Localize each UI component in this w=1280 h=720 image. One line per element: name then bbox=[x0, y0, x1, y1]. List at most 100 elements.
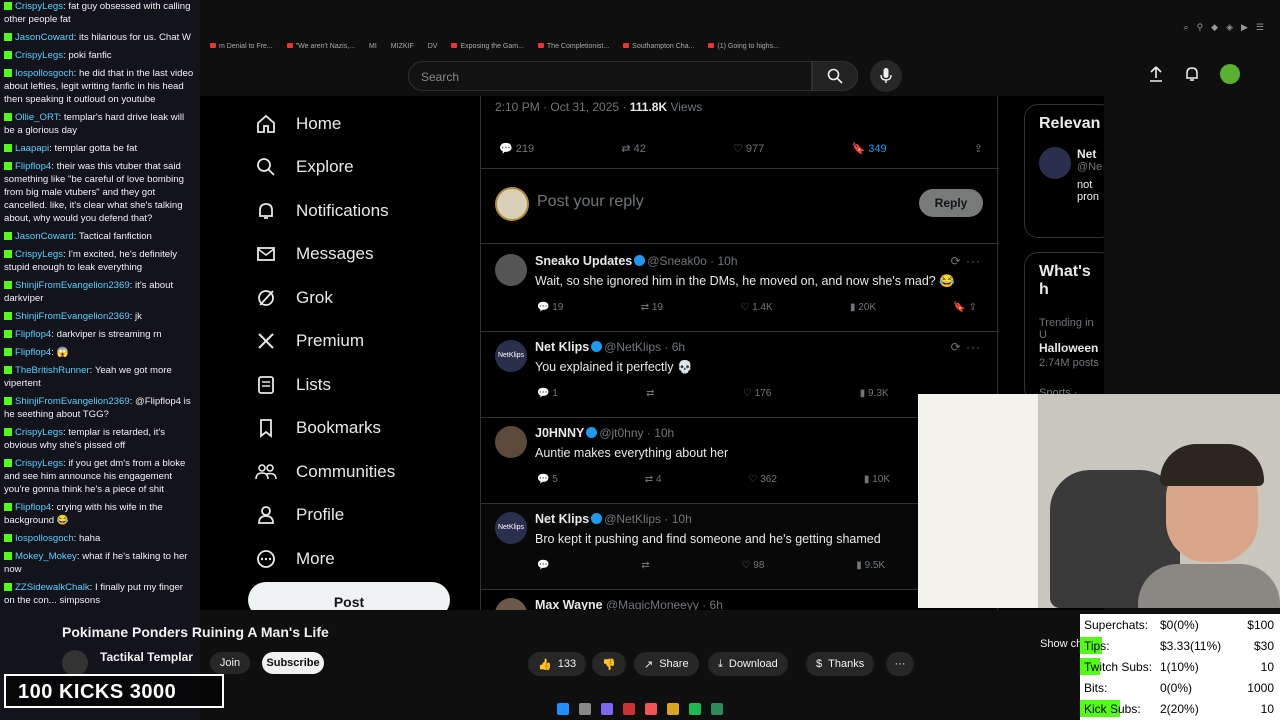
channel-name[interactable]: Tactikal Templar bbox=[100, 650, 193, 664]
bookmark-item[interactable]: Exposing the Gam... bbox=[451, 42, 524, 50]
retweet-count[interactable]: ⇄ 19 bbox=[641, 302, 663, 313]
bookmark-item[interactable]: m Denial to Fre... bbox=[210, 42, 273, 50]
nav-item-home[interactable]: Home bbox=[254, 102, 474, 146]
relevant-name[interactable]: Net bbox=[1077, 147, 1102, 161]
nav-item-notifications[interactable]: Notifications bbox=[254, 189, 474, 233]
view-count[interactable]: ▮ 10K bbox=[864, 474, 890, 485]
kick-badge-icon bbox=[4, 113, 12, 121]
view-count[interactable]: ▮ 9.5K bbox=[856, 560, 885, 571]
trend-name[interactable]: Halloween bbox=[1039, 341, 1099, 355]
reply-count[interactable]: 💬 219 bbox=[499, 142, 534, 155]
nav-item-communities[interactable]: Communities bbox=[254, 450, 474, 494]
kicks-goal: 3000 bbox=[129, 681, 177, 703]
nav-item-grok[interactable]: Grok bbox=[254, 276, 474, 320]
search-input[interactable]: Search bbox=[408, 61, 812, 91]
search-icon[interactable] bbox=[579, 703, 591, 715]
zoom-icon[interactable]: ⌕ bbox=[1184, 22, 1189, 33]
reply-count[interactable]: 💬 bbox=[537, 560, 549, 571]
voice-search-button[interactable] bbox=[870, 60, 902, 92]
extension-icon[interactable]: ◈ bbox=[1226, 22, 1233, 33]
reply-count[interactable]: 💬 1 bbox=[537, 388, 558, 399]
extension-icon[interactable]: ☰ bbox=[1256, 22, 1264, 33]
kick-badge-icon bbox=[4, 162, 12, 170]
chat-message: Iospollosgoch: haha bbox=[4, 532, 196, 545]
donation-goal: $100 bbox=[1247, 617, 1274, 632]
discord-icon[interactable] bbox=[601, 703, 613, 715]
dislike-button[interactable]: 👎 bbox=[592, 652, 626, 676]
search-button[interactable] bbox=[812, 61, 858, 91]
avatar bbox=[495, 254, 527, 286]
nav-item-more[interactable]: More bbox=[254, 537, 474, 581]
kicks-count: 100 bbox=[18, 681, 53, 703]
retweet-count[interactable]: ⇄ bbox=[646, 388, 654, 399]
kick-badge-icon bbox=[4, 534, 12, 542]
reply-tweet[interactable]: Sneako Updates @Sneak0o · 10h ⟳ ··· Wait,… bbox=[481, 246, 999, 332]
chat-message: CrispyLegs: I'm excited, he's definitely… bbox=[4, 249, 178, 273]
view-count[interactable]: ▮ 20K bbox=[850, 302, 876, 313]
nav-item-bookmarks[interactable]: Bookmarks bbox=[254, 407, 474, 451]
retweet-count[interactable]: ⇄ bbox=[641, 560, 649, 571]
screen: m Denial to Fre... "We aren't Nazis,... … bbox=[0, 0, 1280, 720]
folder-icon[interactable] bbox=[667, 703, 679, 715]
donation-goal: $30 bbox=[1253, 638, 1274, 653]
bell-icon[interactable] bbox=[1184, 66, 1200, 82]
more-icon[interactable]: ⟳ ··· bbox=[951, 340, 981, 354]
avatar[interactable] bbox=[1220, 64, 1240, 84]
donation-value: $3.33(11%) bbox=[1160, 638, 1222, 653]
download-button[interactable]: ⤓ Download bbox=[708, 652, 788, 676]
avatar[interactable] bbox=[62, 650, 88, 676]
view-count[interactable]: ▮ 9.3K bbox=[860, 388, 889, 399]
obs-icon[interactable] bbox=[623, 703, 635, 715]
share-button[interactable]: ↗ Share bbox=[634, 652, 699, 676]
bookmark-count[interactable]: 🔖 349 bbox=[851, 142, 886, 155]
like-count[interactable]: ♡ 1.4K bbox=[740, 302, 772, 313]
donation-goal: 10 bbox=[1260, 659, 1274, 674]
subscribe-button[interactable]: Subscribe bbox=[262, 652, 324, 674]
start-icon[interactable] bbox=[557, 703, 569, 715]
pin-icon[interactable]: ⚲ bbox=[1197, 22, 1204, 33]
reply-count[interactable]: 💬 19 bbox=[537, 302, 563, 313]
retweet-count[interactable]: ⇄ 4 bbox=[645, 474, 662, 485]
extension-icon[interactable]: ▶ bbox=[1241, 22, 1248, 33]
more-actions-button[interactable]: ··· bbox=[886, 652, 914, 676]
like-count[interactable]: ♡ 176 bbox=[743, 388, 771, 399]
avatar: NetKlips bbox=[495, 512, 527, 544]
chat-message: Flipflop4: crying with his wife in the b… bbox=[4, 502, 163, 526]
like-button[interactable]: 👍 133 bbox=[528, 652, 587, 676]
thanks-button[interactable]: $ Thanks bbox=[806, 652, 875, 676]
bookmark-item[interactable]: MI bbox=[369, 43, 377, 50]
like-count[interactable]: ♡ 977 bbox=[733, 142, 764, 155]
like-count[interactable]: ♡ 98 bbox=[742, 560, 765, 571]
bookmark-item[interactable]: Southampton Cha... bbox=[623, 42, 694, 50]
nav-item-premium[interactable]: Premium bbox=[254, 320, 474, 364]
reply-input[interactable]: Post your reply bbox=[537, 193, 644, 211]
nav-item-lists[interactable]: Lists bbox=[254, 363, 474, 407]
upload-icon[interactable] bbox=[1148, 66, 1164, 82]
tweet-stats: 💬 219 ⇄ 42 ♡ 977 🔖 349 ⇪ bbox=[499, 142, 983, 155]
kick-badge-icon bbox=[4, 348, 12, 356]
browser-icon[interactable] bbox=[645, 703, 657, 715]
share-label: Share bbox=[659, 658, 689, 670]
share-icon[interactable]: ⇪ bbox=[974, 142, 983, 155]
bookmark-item[interactable]: MIZKIF bbox=[391, 43, 414, 50]
show-chat-button[interactable]: Show ch bbox=[1040, 638, 1082, 650]
reply-button[interactable]: Reply bbox=[919, 189, 983, 217]
join-button[interactable]: Join bbox=[210, 652, 250, 674]
bookmark-item[interactable]: "We aren't Nazis,... bbox=[286, 42, 355, 50]
bookmark-item[interactable]: DV bbox=[428, 43, 438, 50]
nav-item-explore[interactable]: Explore bbox=[254, 146, 474, 190]
post-button[interactable]: Post bbox=[248, 582, 450, 610]
nav-item-profile[interactable]: Profile bbox=[254, 494, 474, 538]
bookmark-item[interactable]: (1) Going to highs... bbox=[708, 42, 779, 50]
spotify-icon[interactable] bbox=[689, 703, 701, 715]
retweet-count[interactable]: ⇄ 42 bbox=[621, 142, 646, 155]
more-icon[interactable]: ⟳ ··· bbox=[951, 254, 981, 268]
bookmark-icon[interactable]: 🔖 ⇪ bbox=[953, 302, 977, 313]
extension-icon[interactable]: ◆ bbox=[1211, 22, 1218, 33]
reply-text: You explained it perfectly 💀 bbox=[535, 360, 693, 374]
nav-item-messages[interactable]: Messages bbox=[254, 233, 474, 277]
like-count[interactable]: ♡ 362 bbox=[749, 474, 777, 485]
bookmark-item[interactable]: The Completionist... bbox=[537, 42, 609, 50]
app-icon[interactable] bbox=[711, 703, 723, 715]
reply-count[interactable]: 💬 5 bbox=[537, 474, 558, 485]
